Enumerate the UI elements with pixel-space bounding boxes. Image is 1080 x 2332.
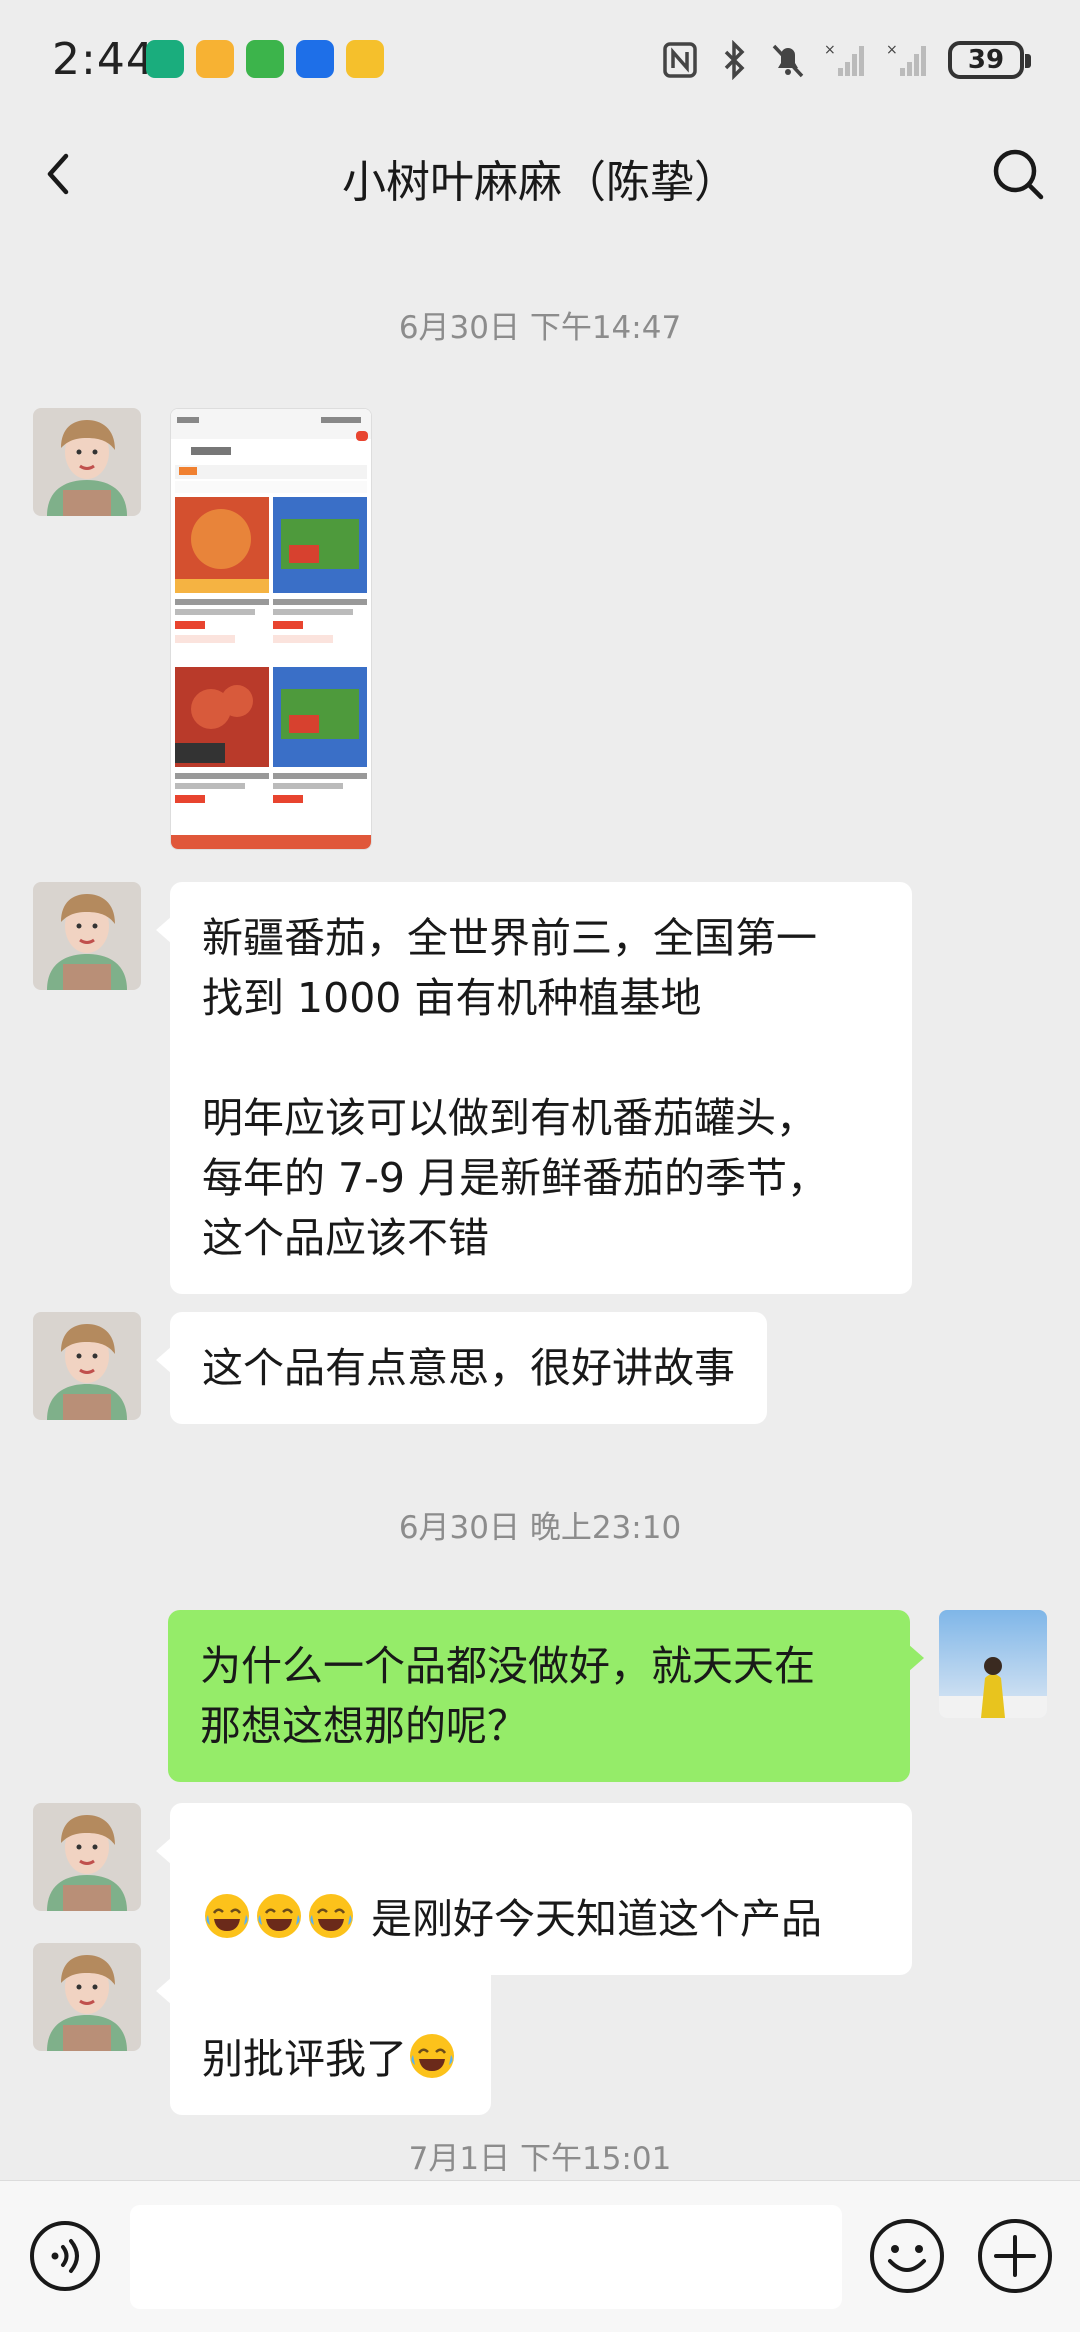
nfc-icon (663, 42, 697, 78)
laughing-emoji-icon (309, 1894, 353, 1938)
avatar[interactable] (33, 1312, 141, 1420)
message-input[interactable] (130, 2205, 842, 2309)
input-bar (0, 2180, 1080, 2332)
avatar[interactable] (33, 1803, 141, 1911)
bluetooth-icon (724, 40, 745, 80)
app-notification-icon (146, 40, 184, 78)
avatar[interactable] (33, 408, 141, 516)
chat-header: 小树叶麻麻（陈挚） (0, 120, 1080, 232)
message-text: 是刚好今天知道这个产品 (358, 1895, 823, 1943)
svg-text:×: × (824, 42, 836, 58)
mute-icon (772, 44, 804, 78)
app-notification-icon (246, 40, 284, 78)
signal-icon: × (886, 42, 926, 76)
avatar[interactable] (33, 1943, 141, 2051)
avatar[interactable] (939, 1610, 1047, 1718)
signal-icon: × (824, 42, 864, 76)
timestamp: 6月30日 下午14:47 (398, 310, 682, 346)
voice-icon[interactable] (28, 2219, 102, 2293)
battery-level: 39 (967, 45, 1005, 75)
outgoing-message[interactable]: 为什么一个品都没做好，就天天在 那想这想那的呢？ (168, 1610, 924, 1782)
search-icon[interactable] (986, 142, 1050, 206)
svg-text:×: × (886, 42, 898, 58)
laughing-emoji-icon (410, 2034, 454, 2078)
status-bar: 2:44 × × 39 (0, 0, 1080, 120)
plus-icon[interactable] (976, 2217, 1054, 2295)
incoming-message[interactable]: 别批评我了 (156, 1943, 491, 2115)
status-time: 2:44 (52, 34, 155, 85)
incoming-message[interactable]: 新疆番茄，全世界前三，全国第一 找到 1000 亩有机种植基地 明年应该可以做到… (156, 882, 912, 1294)
message-text: 别批评我了 (202, 2035, 407, 2083)
app-notification-icon (196, 40, 234, 78)
chat-title: 小树叶麻麻（陈挚） (342, 157, 738, 208)
incoming-message[interactable]: 这个品有点意思，很好讲故事 (156, 1312, 767, 1424)
image-message[interactable] (170, 408, 372, 850)
app-notification-icon (296, 40, 334, 78)
timestamp: 6月30日 晚上23:10 (398, 1510, 682, 1546)
avatar[interactable] (33, 882, 141, 990)
battery-indicator: 39 (948, 41, 1031, 79)
timestamp: 7月1日 下午15:01 (408, 2141, 672, 2177)
app-notification-icon (346, 40, 384, 78)
emoji-icon[interactable] (868, 2217, 946, 2295)
laughing-emoji-icon (257, 1894, 301, 1938)
laughing-emoji-icon (205, 1894, 249, 1938)
